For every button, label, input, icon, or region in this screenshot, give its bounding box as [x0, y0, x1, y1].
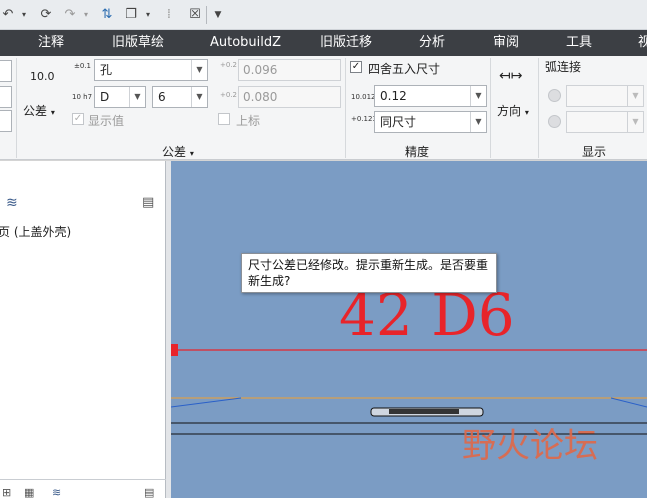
undo-dropdown-icon[interactable]: ▾	[18, 6, 30, 24]
regenerate-icon[interactable]: ⟳	[38, 6, 54, 24]
regenerate-prompt-tooltip: 尺寸公差已经修改。提示重新生成。是否要重新生成?	[241, 253, 497, 293]
tab-review[interactable]: 审阅	[493, 30, 519, 56]
decimal-places-select[interactable]: 0.12 ▼	[374, 85, 487, 107]
tolerance-type-select[interactable]: 孔 ▼	[94, 59, 208, 81]
windows-icon[interactable]: ❐	[122, 6, 140, 24]
customize-toolbar-icon[interactable]: ▼	[212, 6, 224, 24]
tree-filter-icon[interactable]: ⁞	[160, 6, 178, 24]
direction-label: 方向	[497, 104, 522, 118]
tolerance-type-value: 孔	[100, 63, 113, 77]
precision-group-label: 精度	[405, 145, 430, 159]
chevron-down-icon: ▼	[191, 87, 207, 107]
tab-analysis[interactable]: 分析	[419, 30, 445, 56]
tolerance-button-label: 公差	[23, 104, 48, 118]
fit-number-value: 6	[158, 90, 166, 104]
tab-autobuildz[interactable]: AutobuildZ	[210, 30, 281, 56]
display-group-label: 显示	[582, 145, 607, 159]
panel-divider	[0, 479, 166, 480]
superscript-checkbox[interactable]	[218, 113, 230, 125]
tab-legacy-migration[interactable]: 旧版迁移	[320, 30, 372, 56]
panel-tab-icon-4[interactable]: ▤	[144, 486, 154, 498]
tolerance-group-text: 公差	[162, 145, 187, 159]
direction-arrows-icon: ↤↦	[499, 68, 523, 84]
dimension-arrow	[171, 344, 178, 356]
round-dimension-label: 四舍五入尺寸	[368, 62, 441, 76]
forum-watermark: 野火论坛	[462, 426, 598, 466]
arc-radio-1[interactable]	[548, 89, 561, 102]
show-value-label: 显示值	[88, 114, 125, 128]
chevron-down-icon: ▼	[191, 60, 207, 80]
tolerance-display-value: 10.0	[30, 70, 55, 83]
windows-dropdown-icon[interactable]: ▾	[142, 6, 154, 24]
redo-icon[interactable]: ↷	[62, 6, 78, 24]
tab-annotate[interactable]: 注释	[38, 30, 64, 56]
fit-class-icon: 10 h7	[72, 93, 93, 101]
chevron-down-icon: ▼	[470, 86, 486, 106]
fit-letter-select[interactable]: D ▼	[94, 86, 146, 108]
tolerance-dropdown-icon: ▾	[50, 108, 55, 117]
layers-icon[interactable]: ≋	[6, 195, 18, 211]
clipped-field-2[interactable]	[0, 86, 12, 108]
tolerance-button[interactable]: 公差 ▾	[23, 102, 55, 119]
regenerate-model-icon[interactable]: ⇅	[98, 6, 116, 24]
chevron-down-icon: ▼	[627, 86, 643, 106]
tolerance-decimals-select[interactable]: 同尺寸 ▼	[374, 111, 487, 133]
chevron-down-icon: ▾	[524, 108, 529, 117]
tab-tools[interactable]: 工具	[566, 30, 592, 56]
tab-view[interactable]: 视	[638, 30, 647, 56]
panel-tab-icon-1[interactable]: ⊞	[2, 486, 11, 498]
tolerance-type-icon: ±0.1	[74, 62, 91, 70]
model-edge-right	[610, 397, 647, 408]
model-tree-item[interactable]: 页 (上盖外壳)	[0, 223, 71, 240]
lower-tolerance-value: 0.080	[243, 90, 278, 104]
model-slot-detail	[389, 409, 459, 414]
panel-tab-icon-2[interactable]: ▦	[24, 486, 34, 498]
tab-legacy-sketch[interactable]: 旧版草绘	[112, 30, 164, 56]
model-edge-left	[171, 397, 242, 408]
arc-select-1[interactable]: ▼	[566, 85, 644, 107]
redo-dropdown-icon[interactable]: ▾	[80, 6, 92, 24]
undo-icon[interactable]: ↶	[0, 6, 16, 24]
tolerance-group-label[interactable]: 公差 ▾	[162, 143, 194, 160]
chevron-down-icon: ▼	[129, 87, 145, 107]
arc-radio-2[interactable]	[548, 115, 561, 128]
lower-tolerance-field[interactable]: 0.080	[238, 86, 341, 108]
clipped-field-3[interactable]	[0, 110, 12, 132]
arc-select-2[interactable]: ▼	[566, 111, 644, 133]
tolerance-decimals-value: 同尺寸	[380, 115, 417, 129]
ribbon-tab-bar: 注释 旧版草绘 AutobuildZ 旧版迁移 分析 审阅 工具 视	[0, 30, 647, 56]
upper-tolerance-field[interactable]: 0.096	[238, 59, 341, 81]
chevron-down-icon: ▼	[627, 112, 643, 132]
panel-tab-icon-3[interactable]: ≋	[52, 486, 61, 498]
ribbon: 10.0 公差 ▾ ±0.1 孔 ▼ 10 h7 D ▼ 6 ▼ ✓ 显示值 +…	[0, 56, 647, 160]
decimal-places-value: 0.12	[380, 89, 407, 103]
superscript-label: 上标	[236, 114, 261, 128]
tree-settings-icon[interactable]: ▤	[142, 195, 154, 210]
clipped-field-1[interactable]	[0, 60, 12, 82]
model-tree-panel: ≋ ▤ 页 (上盖外壳) ⊞ ▦ ≋ ▤	[0, 161, 166, 498]
fit-letter-value: D	[100, 90, 110, 104]
upper-tolerance-value: 0.096	[243, 63, 278, 77]
arc-connection-label: 弧连接	[545, 60, 582, 74]
direction-button[interactable]: 方向 ▾	[497, 102, 529, 119]
close-window-icon[interactable]: ☒	[186, 6, 204, 24]
fit-number-select[interactable]: 6 ▼	[152, 86, 208, 108]
show-value-checkbox[interactable]: ✓	[72, 113, 84, 125]
quick-access-toolbar: ↶ ▾ ⟳ ↷ ▾ ⇅ ❐ ▾ ⁞ ☒ ▼	[0, 0, 647, 30]
round-dimension-checkbox[interactable]: ✓	[350, 61, 362, 73]
chevron-down-icon: ▼	[470, 112, 486, 132]
chevron-down-icon: ▾	[189, 149, 194, 158]
